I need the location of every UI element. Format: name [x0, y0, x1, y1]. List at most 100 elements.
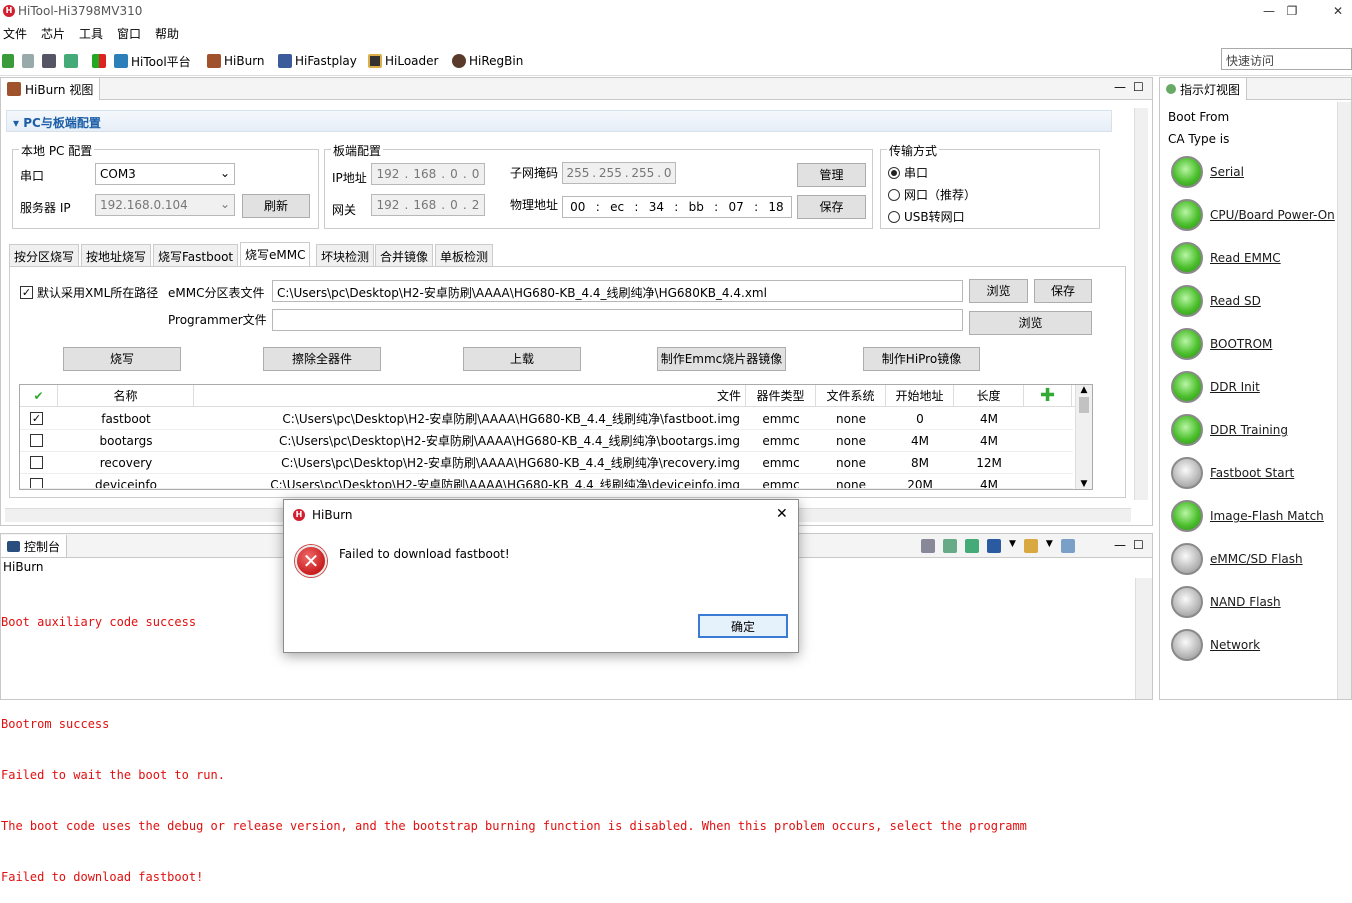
led-label[interactable]: Fastboot Start	[1210, 466, 1294, 480]
led-label[interactable]: Network	[1210, 638, 1260, 652]
maximize-button[interactable]: ❐	[1269, 0, 1315, 22]
menu-help[interactable]: 帮助	[155, 25, 179, 42]
led-label[interactable]: BOOTROM	[1210, 337, 1272, 351]
make-hipro-image-button[interactable]: 制作HiPro镜像	[863, 347, 980, 371]
dialog-close-button[interactable]: ✕	[776, 506, 788, 522]
updown-arrows-icon[interactable]	[92, 54, 106, 68]
tab-partition[interactable]: 按分区烧写	[9, 244, 80, 266]
hifastplay-button[interactable]: HiFastplay	[278, 52, 357, 70]
default-xml-checkbox[interactable]: ✓ 默认采用XML所在路径	[20, 284, 158, 301]
hiburn-button[interactable]: HiBurn	[207, 52, 265, 70]
led-label[interactable]: Serial	[1210, 165, 1244, 179]
indicator-view-tab[interactable]: 指示灯视图	[1160, 78, 1248, 100]
transfer-icon[interactable]	[64, 54, 78, 68]
mac-address-field[interactable]: 00: ec:34: bb:07:18	[562, 196, 792, 218]
console-scrollbar[interactable]	[1135, 578, 1152, 699]
upload-button[interactable]: 上载	[463, 347, 581, 371]
burn-button[interactable]: 烧写	[63, 347, 181, 371]
ip-address-field[interactable]: 192. 168. 0. 0	[371, 163, 485, 185]
ca-type-label: CA Type is	[1168, 132, 1230, 146]
display-console-icon[interactable]	[987, 539, 1001, 553]
col-filesystem: 文件系统	[816, 385, 886, 407]
hiregbin-button[interactable]: HiRegBin	[452, 52, 523, 70]
indicator-scrollbar[interactable]	[1337, 102, 1351, 699]
scroll-lock-icon[interactable]	[943, 539, 957, 553]
chevron-down-icon[interactable]: ▼	[1046, 539, 1053, 553]
close-window-button[interactable]: ✕	[1315, 0, 1352, 22]
table-row[interactable]: ✓ fastboot C:\Users\pc\Desktop\H2-安卓防刷\AAA…	[20, 408, 1073, 430]
tab-merge-image[interactable]: 合并镜像	[375, 244, 434, 266]
table-scrollbar[interactable]: ▲ ▼	[1075, 385, 1092, 489]
menu-tools[interactable]: 工具	[79, 25, 103, 42]
menu-window[interactable]: 窗口	[117, 25, 141, 42]
radio-usb-network[interactable]: USB转网口	[888, 208, 965, 225]
console-tab[interactable]: 控制台	[1, 535, 68, 557]
row-checkbox[interactable]	[30, 434, 43, 447]
hitool-platform-button[interactable]: HiTool平台	[114, 52, 191, 70]
table-row[interactable]: bootargs C:\Users\pc\Desktop\H2-安卓防刷\AAAA…	[20, 430, 1073, 452]
refresh-button[interactable]: 刷新	[242, 194, 310, 218]
led-cpu-board-power-on-icon	[1171, 199, 1203, 231]
hiloader-button[interactable]: HiLoader	[368, 52, 438, 70]
save-board-button[interactable]: 保存	[797, 195, 866, 219]
maximize-view-icon[interactable]: ☐	[1133, 80, 1144, 94]
row-fs: none	[836, 412, 866, 426]
disconnect-icon[interactable]	[22, 54, 34, 68]
serial-select[interactable]: COM3 ⌄	[95, 163, 235, 185]
table-row[interactable]: recovery C:\Users\pc\Desktop\H2-安卓防刷\AAAA…	[20, 452, 1073, 474]
browse-partition-button[interactable]: 浏览	[969, 279, 1028, 303]
led-label[interactable]: Read SD	[1210, 294, 1261, 308]
indicator-icon	[1166, 84, 1176, 94]
led-label[interactable]: eMMC/SD Flash	[1210, 552, 1303, 566]
chevron-down-icon[interactable]: ▼	[1009, 539, 1016, 553]
led-label[interactable]: Read EMMC	[1210, 251, 1281, 265]
connect-icon[interactable]	[2, 54, 14, 68]
radio-network[interactable]: 网口（推荐）	[888, 186, 976, 203]
quick-access-input[interactable]: 快速访问	[1221, 48, 1352, 70]
table-row[interactable]: deviceinfo C:\Users\pc\Desktop\H2-安卓防刷\AA…	[20, 474, 1073, 489]
radio-serial[interactable]: 串口	[888, 164, 928, 181]
minimize-view-icon[interactable]: —	[1114, 80, 1126, 94]
add-row-icon[interactable]: ✚	[1024, 385, 1072, 407]
led-label[interactable]: DDR Training	[1210, 423, 1288, 437]
led-label[interactable]: NAND Flash	[1210, 595, 1281, 609]
menu-file[interactable]: 文件	[3, 25, 27, 42]
row-checkbox[interactable]	[30, 478, 43, 488]
open-console-icon[interactable]	[1023, 539, 1038, 553]
clear-console-icon[interactable]	[921, 539, 935, 553]
tab-badblock[interactable]: 坏块检测	[316, 244, 375, 266]
menu-chip[interactable]: 芯片	[41, 25, 65, 42]
tab-board-check[interactable]: 单板检测	[435, 244, 494, 266]
led-label[interactable]: Image-Flash Match	[1210, 509, 1324, 523]
vertical-scrollbar[interactable]	[1134, 108, 1148, 500]
row-checkbox[interactable]	[30, 456, 43, 469]
erase-all-button[interactable]: 擦除全器件	[263, 347, 381, 371]
row-checkbox[interactable]: ✓	[30, 412, 43, 425]
dialog-title: HiBurn	[312, 508, 353, 522]
tab-fastboot[interactable]: 烧写Fastboot	[153, 244, 239, 266]
view-menu-icon[interactable]	[1060, 539, 1075, 553]
tab-address[interactable]: 按地址烧写	[81, 244, 152, 266]
subnet-mask-field[interactable]: 255. 255. 255. 0	[562, 162, 676, 184]
led-label[interactable]: DDR Init	[1210, 380, 1260, 394]
save-partition-button[interactable]: 保存	[1034, 279, 1092, 303]
gateway-field[interactable]: 192. 168. 0. 2	[371, 194, 485, 216]
minimize-console-icon[interactable]: —	[1114, 538, 1126, 552]
row-fs: none	[836, 456, 866, 470]
row-file: C:\Users\pc\Desktop\H2-安卓防刷\AAAA\HG680-K…	[278, 434, 740, 448]
browse-programmer-button[interactable]: 浏览	[969, 311, 1092, 335]
pin-console-icon[interactable]	[965, 539, 979, 553]
dialog-ok-button[interactable]: 确定	[698, 614, 788, 638]
led-label[interactable]: CPU/Board Power-On	[1210, 208, 1335, 222]
make-emmc-image-button[interactable]: 制作Emmc烧片器镜像	[657, 347, 786, 371]
section-header-pc-board[interactable]: ▾ PC与板端配置	[6, 110, 1112, 132]
chip-icon[interactable]	[42, 54, 56, 68]
manage-button[interactable]: 管理	[797, 163, 866, 187]
hiburn-view-tab[interactable]: HiBurn 视图	[1, 78, 101, 100]
programmer-file-input[interactable]	[272, 309, 963, 331]
partition-file-input[interactable]: C:\Users\pc\Desktop\H2-安卓防刷\AAAA\HG680-K…	[272, 280, 963, 302]
server-ip-select[interactable]: 192.168.0.104 ⌄	[95, 194, 235, 216]
check-all-icon[interactable]: ✔	[20, 385, 58, 407]
tab-emmc[interactable]: 烧写eMMC	[240, 242, 311, 266]
maximize-console-icon[interactable]: ☐	[1133, 538, 1144, 552]
